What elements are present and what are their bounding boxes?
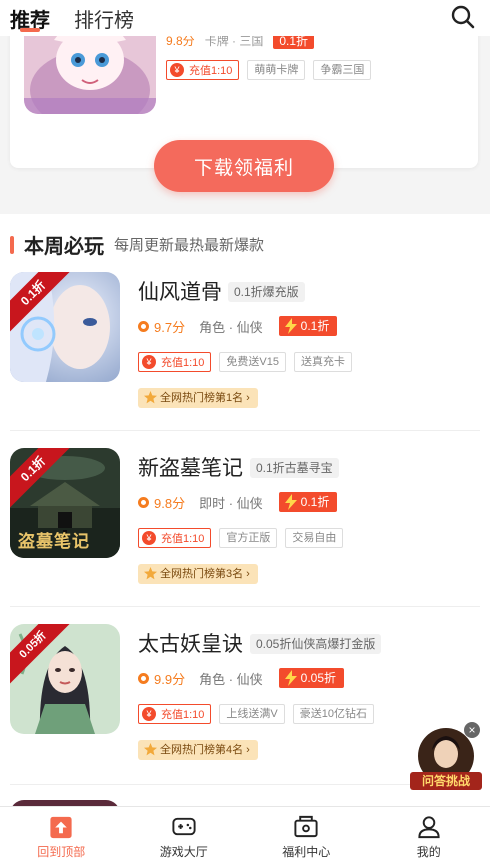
game-score: 9.7分 bbox=[154, 319, 186, 335]
game-genre: 角色 · 仙侠 bbox=[199, 671, 263, 687]
divider bbox=[10, 606, 480, 607]
gift-box-icon bbox=[294, 815, 318, 838]
game-cover: 0.05折 bbox=[10, 624, 120, 734]
game-title: 新盗墓笔记 bbox=[138, 457, 243, 480]
bottom-navigation: 回到顶部 游戏大厅 福利中心 我的 bbox=[0, 806, 490, 860]
game-tags: ¥ 充值1:10 上线送满V 豪送10亿钻石 bbox=[138, 704, 375, 724]
game-score-row: 9.8分 即时 · 仙侠 0.1折 bbox=[138, 492, 338, 512]
user-icon bbox=[418, 816, 440, 839]
tab-ranking[interactable]: 排行榜 bbox=[74, 4, 134, 33]
active-tab-indicator bbox=[20, 28, 40, 32]
nav-label: 福利中心 bbox=[282, 845, 331, 859]
recharge-tag: ¥ 充值1:10 bbox=[166, 60, 240, 80]
section-title: 本周必玩 bbox=[24, 236, 104, 258]
feature-tag: 争霸三国 bbox=[313, 60, 372, 80]
feature-tag: 豪送10亿钻石 bbox=[292, 704, 375, 724]
section-accent-bar bbox=[10, 235, 14, 254]
game-genre: 角色 · 仙侠 bbox=[199, 319, 263, 335]
game-title: 仙风道骨 bbox=[138, 281, 222, 304]
game-score: 9.8分 bbox=[154, 495, 186, 511]
nav-mine[interactable]: 我的 bbox=[368, 807, 490, 860]
discount-badge: 0.1折 bbox=[278, 492, 338, 512]
game-card-xianfeng[interactable]: 0.1折 仙风道骨 0.1折爆充版 9.7分 角色 · 仙侠 0.1折 ¥ 充值1… bbox=[10, 272, 480, 432]
feature-tag: 送真充卡 bbox=[294, 352, 352, 372]
game-card-taigu[interactable]: 0.05折 太古妖皇诀 0.05折仙侠高爆打金版 9.9分 角色 · 仙侠 0.… bbox=[10, 624, 480, 784]
nav-back-to-top[interactable]: 回到顶部 bbox=[0, 807, 123, 860]
score-icon bbox=[138, 672, 149, 684]
lightning-icon bbox=[284, 318, 297, 334]
game-card-daomu[interactable]: 0.1折 盗墓笔记 新盗墓笔记 0.1折古墓寻宝 9.8分 即时 · 仙侠 0.… bbox=[10, 448, 480, 608]
nav-game-hall[interactable]: 游戏大厅 bbox=[123, 807, 246, 860]
feature-tag: 免费送V15 bbox=[219, 352, 286, 372]
coin-icon: ¥ bbox=[142, 707, 156, 721]
divider bbox=[10, 430, 480, 431]
trophy-icon bbox=[144, 743, 157, 756]
game-score-row: 9.9分 角色 · 仙侠 0.05折 bbox=[138, 668, 344, 688]
game-tags: ¥ 充值1:10 官方正版 交易自由 bbox=[138, 528, 344, 548]
promo-label: 问答挑战 bbox=[410, 772, 482, 790]
rank-badge[interactable]: 全网热门榜第4名 › bbox=[138, 740, 258, 760]
featured-tags: ¥ 充值1:10 萌萌卡牌 争霸三国 bbox=[166, 60, 372, 80]
game-cover-title: 盗墓笔记 bbox=[18, 532, 90, 552]
download-reward-button[interactable]: 下载领福利 bbox=[154, 140, 334, 192]
game-score: 9.9分 bbox=[154, 671, 186, 687]
lightning-icon bbox=[284, 494, 297, 510]
discount-badge: 0.05折 bbox=[278, 668, 344, 688]
nav-label: 游戏大厅 bbox=[159, 845, 208, 859]
discount-badge: 0.1折 bbox=[278, 316, 338, 336]
arrow-up-icon bbox=[50, 816, 72, 839]
feature-tag: 萌萌卡牌 bbox=[247, 60, 306, 80]
rank-badge[interactable]: 全网热门榜第1名 › bbox=[138, 388, 258, 408]
game-tags: ¥ 充值1:10 免费送V15 送真充卡 bbox=[138, 352, 352, 372]
game-cover: 0.1折 bbox=[10, 272, 120, 382]
game-edition-tag: 0.1折古墓寻宝 bbox=[250, 458, 339, 478]
section-subtitle: 每周更新最热最新爆款 bbox=[114, 237, 265, 254]
feature-tag: 上线送满V bbox=[219, 704, 285, 724]
recharge-tag: ¥ 充值1:10 bbox=[138, 704, 212, 724]
feature-tag: 交易自由 bbox=[285, 528, 344, 548]
top-bar: 推荐 排行榜 bbox=[0, 0, 490, 36]
recharge-tag: ¥ 充值1:10 bbox=[138, 528, 212, 548]
game-edition-tag: 0.1折爆充版 bbox=[228, 282, 305, 302]
score-icon bbox=[138, 496, 149, 508]
game-edition-tag: 0.05折仙侠高爆打金版 bbox=[250, 634, 382, 654]
gamepad-icon bbox=[172, 817, 196, 836]
coin-icon: ¥ bbox=[170, 63, 184, 77]
rank-badge[interactable]: 全网热门榜第3名 › bbox=[138, 564, 258, 584]
score-icon bbox=[138, 320, 149, 332]
search-icon[interactable] bbox=[450, 4, 476, 30]
game-title: 太古妖皇诀 bbox=[138, 633, 243, 656]
section-header: 本周必玩 每周更新最热最新爆款 bbox=[10, 230, 264, 259]
game-genre: 即时 · 仙侠 bbox=[199, 495, 263, 511]
floating-promo-widget[interactable]: × 问答挑战 bbox=[410, 722, 482, 790]
nav-label: 我的 bbox=[416, 845, 441, 859]
coin-icon: ¥ bbox=[142, 531, 156, 545]
coin-icon: ¥ bbox=[142, 355, 156, 369]
recharge-tag: ¥ 充值1:10 bbox=[138, 352, 212, 372]
game-cover: 0.1折 盗墓笔记 bbox=[10, 448, 120, 558]
nav-welfare-center[interactable]: 福利中心 bbox=[245, 807, 368, 860]
game-score-row: 9.7分 角色 · 仙侠 0.1折 bbox=[138, 316, 338, 336]
trophy-icon bbox=[144, 391, 157, 404]
feature-tag: 官方正版 bbox=[219, 528, 278, 548]
promo-close-button[interactable]: × bbox=[464, 722, 480, 738]
lightning-icon bbox=[284, 670, 297, 686]
nav-label: 回到顶部 bbox=[37, 845, 86, 859]
trophy-icon bbox=[144, 567, 157, 580]
